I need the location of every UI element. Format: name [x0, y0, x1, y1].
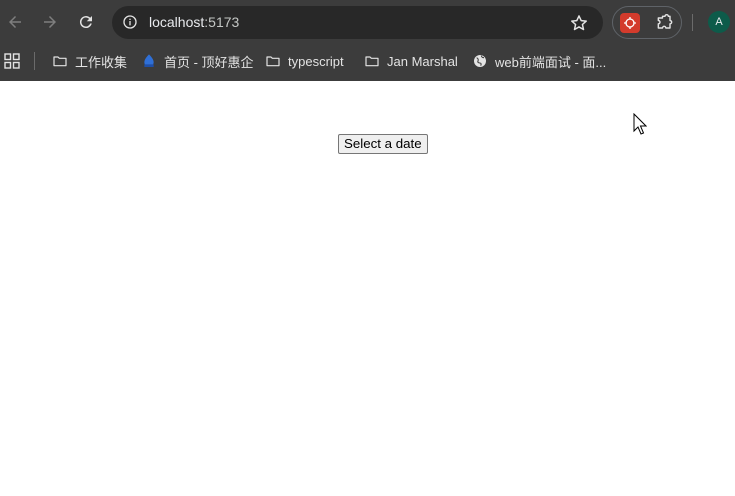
- arrow-right-icon: [44, 16, 56, 28]
- extensions-button[interactable]: [655, 13, 675, 33]
- bookmark-star-button[interactable]: [569, 13, 589, 33]
- apps-grid-icon[interactable]: [4, 53, 20, 69]
- back-button[interactable]: [1, 8, 29, 36]
- bookmarks-separator: [34, 52, 35, 70]
- bookmark-folder-typescript[interactable]: typescript: [265, 51, 344, 71]
- bookmark-site-home[interactable]: 首页 - 顶好惠企: [141, 51, 254, 71]
- site-info-button[interactable]: [119, 11, 141, 33]
- bookmark-label: Jan Marshal: [387, 53, 458, 69]
- url-host: localhost: [149, 14, 205, 30]
- bookmark-folder-work[interactable]: 工作收集: [52, 51, 127, 71]
- bookmark-folder-jan-marshal[interactable]: Jan Marshal: [364, 51, 458, 71]
- url-text[interactable]: localhost:5173: [149, 14, 239, 31]
- mouse-cursor-icon: [633, 113, 647, 135]
- extensions-area: [612, 6, 682, 39]
- browser-toolbar: localhost:5173 A: [0, 0, 735, 44]
- bookmark-label: 工作收集: [75, 54, 128, 70]
- page-content: Select a date: [0, 81, 735, 496]
- toolbar-divider: [692, 14, 693, 31]
- bookmark-label: 首页 - 顶好惠企: [164, 54, 254, 70]
- puzzle-icon: [657, 14, 673, 29]
- reload-button[interactable]: [72, 8, 100, 36]
- globe-icon: [474, 55, 486, 67]
- forward-button[interactable]: [36, 8, 64, 36]
- folder-icon: [365, 56, 379, 67]
- profile-avatar[interactable]: A: [708, 11, 730, 33]
- star-icon: [571, 15, 587, 31]
- folder-icon: [266, 56, 280, 67]
- reload-icon: [79, 16, 92, 29]
- arrow-left-icon: [9, 16, 21, 28]
- bookmarks-bar: 工作收集 首页 - 顶好惠企 typescript Jan Marshal we…: [0, 44, 735, 81]
- extension-app-button[interactable]: [620, 13, 640, 33]
- select-date-button[interactable]: Select a date: [338, 134, 428, 154]
- url-port: :5173: [204, 14, 240, 30]
- bookmark-label: typescript: [288, 53, 344, 69]
- address-bar[interactable]: localhost:5173: [112, 6, 603, 39]
- bookmark-site-web-interview[interactable]: web前端面试 - 面...: [472, 51, 606, 71]
- site-favicon-icon: [144, 54, 154, 67]
- bookmark-label: web前端面试 - 面...: [495, 54, 607, 70]
- info-icon: [123, 15, 137, 29]
- extension-app-icon: [624, 17, 636, 29]
- browser-chrome: localhost:5173 A 工作收集 首页 - 顶好惠企 typescri…: [0, 0, 735, 81]
- folder-icon: [53, 56, 67, 67]
